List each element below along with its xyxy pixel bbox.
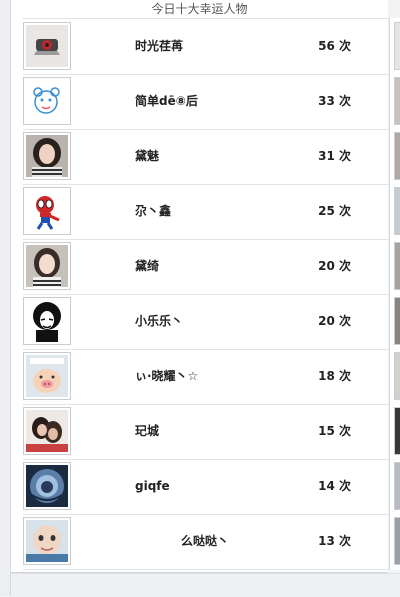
user-name[interactable]: 黛魅 [135,129,159,184]
lucky-count: 13 次 [318,534,351,548]
list-item[interactable]: 玘城 15 次 [23,404,389,460]
user-name[interactable]: 玘城 [135,404,159,459]
user-name[interactable]: 时光荏苒 [135,19,183,74]
list-item[interactable]: 黛魅 31 次 [23,129,389,185]
lucky-count: 20 次 [318,314,351,328]
pig-cartoon-icon [26,355,68,397]
user-name[interactable]: ぃ·晓耀丶☆ [135,349,198,404]
avatar[interactable] [23,352,71,400]
couple-photo-icon [26,410,68,452]
user-name[interactable]: 小乐乐丶 [135,294,183,349]
avatar[interactable] [23,22,71,70]
sketch-bear-icon [26,80,68,122]
spiderman-icon [26,190,68,232]
panel-title: 今日十大幸运人物 [151,2,248,16]
list-item[interactable]: 时光荏苒 56 次 [23,19,389,75]
bottom-frame-edge [11,573,400,597]
girl-photo-icon [26,135,68,177]
avatar-partial [394,352,400,400]
avatar-partial [394,517,400,565]
lucky-count: 31 次 [318,149,351,163]
lucky-count: 56 次 [318,39,351,53]
user-name[interactable]: 简单dē⑧后 [135,74,198,129]
fisheye-photo-icon [26,465,68,507]
user-name[interactable]: 么哒哒丶 [181,514,229,569]
lucky-count: 18 次 [318,369,351,383]
avatar[interactable] [23,187,71,235]
avatar-partial [394,462,400,510]
avatar[interactable] [23,407,71,455]
user-name[interactable]: 尕丶鑫 [135,184,171,239]
list-item[interactable]: 小乐乐丶 20 次 [23,294,389,350]
list-item[interactable]: 黛绮 20 次 [23,239,389,295]
lucky-count: 14 次 [318,479,351,493]
lucky-count: 25 次 [318,204,351,218]
avatar-partial [394,407,400,455]
left-frame-edge [0,0,11,596]
avatar-partial [394,187,400,235]
avatar[interactable] [23,77,71,125]
lucky-people-panel: 今日十大幸运人物 时光荏苒 56 次 简单dē⑧后 33 次 黛魅 31 次 尕… [11,0,389,573]
avatar[interactable] [23,242,71,290]
ninja-headband-icon [26,25,68,67]
avatar[interactable] [23,462,71,510]
lucky-count: 20 次 [318,259,351,273]
list-item[interactable]: 尕丶鑫 25 次 [23,184,389,240]
user-name[interactable]: 黛绮 [135,239,159,294]
user-name[interactable]: giqfe [135,459,170,514]
list-item[interactable]: ぃ·晓耀丶☆ 18 次 [23,349,389,405]
list-item[interactable]: giqfe 14 次 [23,459,389,515]
avatar[interactable] [23,297,71,345]
lucky-count: 33 次 [318,94,351,108]
next-column-edge [389,18,400,570]
girl-photo-icon [26,245,68,287]
avatar-partial [394,297,400,345]
list-item[interactable]: 么哒哒丶 13 次 [23,514,389,570]
lucky-count: 15 次 [318,424,351,438]
avatar-partial [394,22,400,70]
avatar-partial [394,132,400,180]
avatar-partial [394,242,400,290]
avatar[interactable] [23,132,71,180]
baby-photo-icon [26,520,68,562]
avatar[interactable] [23,517,71,565]
list-item[interactable]: 简单dē⑧后 33 次 [23,74,389,130]
avatar-partial [394,77,400,125]
afro-silhouette-icon [26,300,68,342]
